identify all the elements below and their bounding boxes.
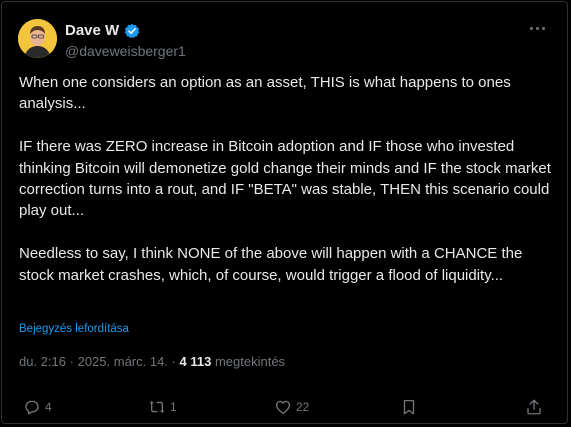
tweet-paragraph: IF there was ZERO increase in Bitcoin ad…: [19, 138, 551, 220]
tweet-paragraph: Needless to say, I think NONE of the abo…: [19, 245, 523, 284]
repost-icon: [149, 401, 165, 413]
reply-icon: [25, 400, 39, 415]
view-count: 4 113: [179, 354, 212, 369]
verified-badge-icon: [124, 23, 140, 39]
share-icon: [527, 399, 541, 415]
like-count: 22: [296, 400, 310, 414]
post-time[interactable]: du. 2:16: [19, 354, 66, 369]
action-bar: 4 1 22: [2, 398, 569, 422]
more-icon[interactable]: [527, 20, 547, 36]
like-button[interactable]: 22: [274, 398, 309, 416]
tweet-meta: du. 2:16 · 2025. márc. 14. · 4 113 megte…: [19, 354, 285, 369]
reply-count: 4: [45, 400, 52, 414]
bookmark-icon: [403, 399, 415, 415]
tweet-card: Dave W @daveweisberger1 When one conside…: [1, 1, 568, 424]
translate-link[interactable]: Bejegyzés lefordítása: [19, 323, 129, 335]
repost-count: 1: [170, 400, 177, 414]
repost-button[interactable]: 1: [148, 398, 177, 416]
meta-separator: ·: [171, 354, 176, 369]
reply-button[interactable]: 4: [23, 398, 52, 416]
meta-separator: ·: [69, 354, 74, 369]
avatar[interactable]: [18, 19, 57, 58]
author-handle[interactable]: @daveweisberger1: [65, 43, 186, 59]
author-name[interactable]: Dave W: [65, 22, 119, 39]
views-label: megtekintés: [214, 354, 286, 369]
tweet-text: When one considers an option as an asset…: [19, 72, 554, 286]
bookmark-button[interactable]: [400, 398, 418, 416]
post-date[interactable]: 2025. márc. 14.: [78, 354, 168, 369]
author-row: Dave W: [65, 22, 140, 39]
share-button[interactable]: [525, 398, 543, 416]
like-icon: [275, 400, 291, 415]
tweet-paragraph: When one considers an option as an asset…: [19, 74, 511, 113]
